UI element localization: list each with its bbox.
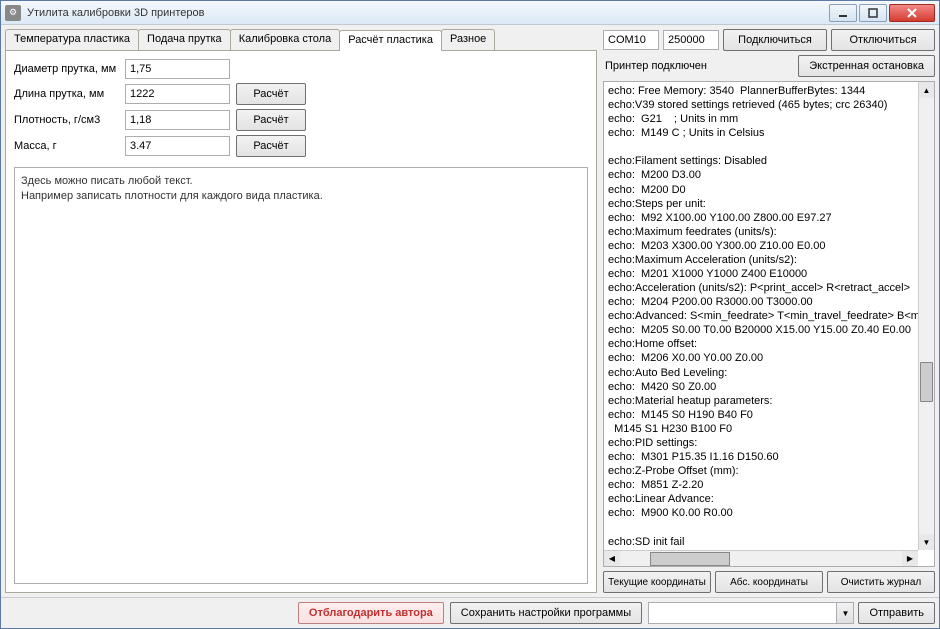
thank-author-button[interactable]: Отблагодарить автора [298, 602, 444, 624]
command-combobox[interactable]: ▼ [648, 602, 854, 624]
port-input[interactable] [603, 30, 659, 50]
save-settings-button[interactable]: Сохранить настройки программы [450, 602, 642, 624]
maximize-button[interactable] [859, 4, 887, 22]
connection-status: Принтер подключен [603, 56, 792, 76]
abs-coords-button[interactable]: Абс. координаты [715, 571, 823, 593]
length-label: Длина прутка, мм [14, 88, 119, 100]
connect-button[interactable]: Подключиться [723, 29, 827, 51]
log-text[interactable]: echo: Free Memory: 3540 PlannerBufferByt… [604, 82, 934, 566]
tab-plastic-calc[interactable]: Расчёт пластика [339, 30, 442, 51]
tab-bar: Температура пластика Подача прутка Калиб… [5, 29, 597, 51]
mass-label: Масса, г [14, 140, 119, 152]
log-hscrollbar[interactable]: ◀ ▶ [604, 550, 918, 566]
scroll-left-icon[interactable]: ◀ [604, 551, 620, 567]
clear-log-button[interactable]: Очистить журнал [827, 571, 935, 593]
length-input[interactable] [125, 84, 230, 104]
disconnect-button[interactable]: Отключиться [831, 29, 935, 51]
density-label: Плотность, г/см3 [14, 114, 119, 126]
diameter-label: Диаметр прутка, мм [14, 63, 119, 75]
vscroll-thumb[interactable] [920, 362, 933, 402]
log-vscrollbar[interactable]: ▲ ▼ [918, 82, 934, 550]
titlebar: ⚙ Утилита калибровки 3D принтеров [1, 1, 939, 25]
tab-feed[interactable]: Подача прутка [138, 29, 231, 50]
command-input[interactable] [648, 602, 836, 624]
log-output: echo: Free Memory: 3540 PlannerBufferByt… [603, 81, 935, 567]
app-icon: ⚙ [5, 5, 21, 21]
mass-input[interactable] [125, 136, 230, 156]
close-button[interactable] [889, 4, 935, 22]
hscroll-thumb[interactable] [650, 552, 730, 566]
scroll-down-icon[interactable]: ▼ [919, 534, 934, 550]
length-calc-button[interactable]: Расчёт [236, 83, 306, 105]
scroll-up-icon[interactable]: ▲ [919, 82, 934, 98]
right-panel: Подключиться Отключиться Принтер подключ… [603, 29, 935, 593]
tab-content: Диаметр прутка, мм Длина прутка, мм Расч… [5, 51, 597, 593]
diameter-input[interactable] [125, 59, 230, 79]
notes-area[interactable]: Здесь можно писать любой текст. Например… [14, 167, 588, 584]
minimize-button[interactable] [829, 4, 857, 22]
emergency-stop-button[interactable]: Экстренная остановка [798, 55, 935, 77]
window-title: Утилита калибровки 3D принтеров [27, 7, 829, 19]
density-calc-button[interactable]: Расчёт [236, 109, 306, 131]
left-panel: Температура пластика Подача прутка Калиб… [5, 29, 597, 593]
baud-input[interactable] [663, 30, 719, 50]
mass-calc-button[interactable]: Расчёт [236, 135, 306, 157]
app-window: ⚙ Утилита калибровки 3D принтеров Темпер… [0, 0, 940, 629]
combo-arrow-icon[interactable]: ▼ [836, 602, 854, 624]
tab-bed[interactable]: Калибровка стола [230, 29, 341, 50]
current-coords-button[interactable]: Текущие координаты [603, 571, 711, 593]
send-button[interactable]: Отправить [858, 602, 935, 624]
scroll-right-icon[interactable]: ▶ [902, 551, 918, 567]
density-input[interactable] [125, 110, 230, 130]
bottom-bar: Отблагодарить автора Сохранить настройки… [1, 597, 939, 628]
tab-temperature[interactable]: Температура пластика [5, 29, 139, 50]
tab-misc[interactable]: Разное [441, 29, 495, 50]
